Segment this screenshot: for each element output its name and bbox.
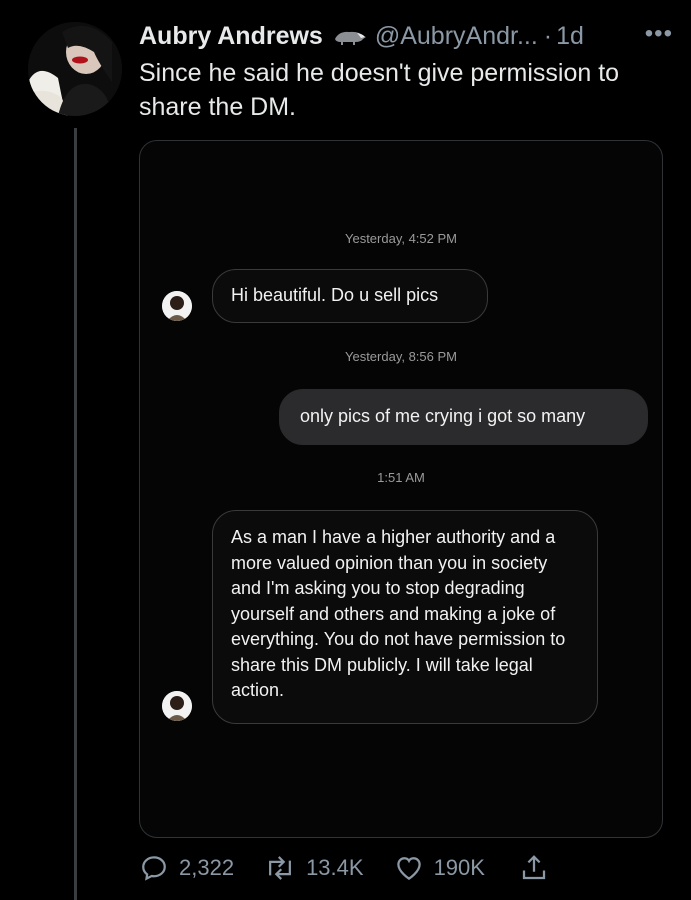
dm-message-incoming: As a man I have a higher authority and a… xyxy=(212,510,598,724)
like-button[interactable]: 190K xyxy=(394,853,485,883)
dm-message-outgoing: only pics of me crying i got so many xyxy=(279,389,648,445)
dm-sender-avatar xyxy=(162,691,192,721)
tweet-text: Since he said he doesn't give permission… xyxy=(139,59,620,121)
share-icon xyxy=(522,855,546,880)
dm-timestamp: 1:51 AM xyxy=(377,470,425,485)
author-avatar[interactable] xyxy=(28,22,122,116)
avatar-image xyxy=(28,22,122,116)
thread-line xyxy=(74,128,77,900)
dm-message-incoming: Hi beautiful. Do u sell pics xyxy=(212,269,488,323)
share-button[interactable] xyxy=(519,853,559,883)
retweet-count: 13.4K xyxy=(306,855,364,880)
like-count: 190K xyxy=(433,855,485,880)
tweet-timestamp[interactable]: 1d xyxy=(556,22,584,51)
reply-button[interactable]: 2,322 xyxy=(139,853,234,883)
tweet-header: Aubry Andrews @AubryAndr... · 1d ••• xyxy=(139,18,677,54)
dm-timestamp: Yesterday, 8:56 PM xyxy=(344,349,457,364)
like-icon xyxy=(396,857,421,880)
retweet-button[interactable]: 13.4K xyxy=(264,853,364,883)
reply-count: 2,322 xyxy=(179,855,235,880)
separator-dot: · xyxy=(543,21,553,50)
dm-sender-avatar xyxy=(162,291,192,321)
author-name[interactable]: Aubry Andrews xyxy=(139,22,323,51)
tweet-media-image[interactable]: Yesterday, 4:52 PM Hi beautiful. Do u se… xyxy=(139,140,663,838)
reply-icon xyxy=(142,856,166,881)
author-handle[interactable]: @AubryAndr... xyxy=(375,22,538,51)
badger-icon xyxy=(333,27,367,45)
tweet-actions: 2,322 13.4K 190K xyxy=(139,848,659,888)
retweet-icon xyxy=(269,856,292,880)
more-icon[interactable]: ••• xyxy=(645,20,673,48)
dm-timestamp: Yesterday, 4:52 PM xyxy=(344,231,457,246)
